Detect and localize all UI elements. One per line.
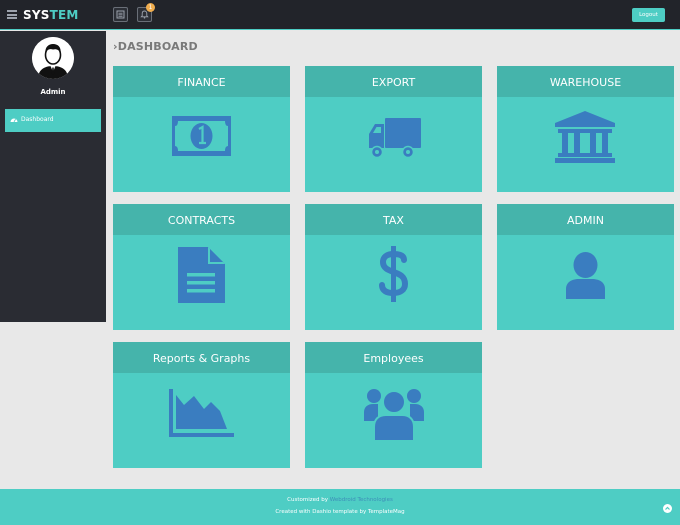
tile-label: ADMIN — [567, 214, 604, 227]
logout-button[interactable]: Logout — [632, 8, 665, 22]
tasks-button[interactable] — [113, 7, 128, 22]
tile-body — [113, 373, 290, 468]
tile-label: Employees — [363, 352, 424, 365]
tile-body — [113, 235, 290, 330]
scroll-top-button[interactable] — [663, 504, 672, 513]
truck-icon — [369, 118, 421, 159]
footer-template-credit: Created with Dashio template by Template… — [275, 509, 405, 515]
tile-export[interactable]: EXPORT — [305, 66, 482, 192]
tile-label: CONTRACTS — [167, 214, 236, 227]
notification-badge: 1 — [146, 3, 155, 12]
user-name: Admin — [40, 88, 66, 96]
tile-contracts[interactable]: CONTRACTS — [113, 204, 290, 330]
user-icon — [566, 252, 605, 299]
tile-admin[interactable]: ADMIN — [497, 204, 674, 330]
bank-building-icon — [555, 111, 615, 163]
area-chart-icon — [169, 389, 234, 437]
tile-body — [497, 97, 674, 192]
footer-credit-link[interactable]: Webdroid Technologies — [330, 497, 393, 503]
tile-body — [305, 97, 482, 192]
tasks-icon — [116, 10, 125, 19]
page-title-text: DASHBOARD — [117, 40, 198, 53]
footer: Customized by Webdroid Technologies Crea… — [0, 489, 680, 525]
sidebar-item-dashboard[interactable]: Dashboard — [5, 109, 101, 132]
chevron-up-icon — [665, 506, 670, 510]
user-avatar-icon — [32, 37, 74, 79]
tile-header: WAREHOUSE — [497, 66, 674, 97]
document-icon — [178, 247, 225, 303]
tile-label: WAREHOUSE — [549, 76, 622, 89]
tile-body — [113, 97, 290, 192]
tile-label: EXPORT — [371, 76, 416, 89]
tile-body — [305, 373, 482, 468]
users-icon — [364, 389, 424, 441]
menu-toggle-icon[interactable] — [7, 10, 17, 19]
tile-header: Reports & Graphs — [113, 342, 290, 373]
banknote-icon — [172, 116, 231, 156]
tile-header: CONTRACTS — [113, 204, 290, 235]
tile-label: TAX — [383, 214, 404, 227]
footer-credit: Customized by Webdroid Technologies — [0, 497, 680, 503]
tile-reports-graphs[interactable]: Reports & Graphs — [113, 342, 290, 468]
sidebar: Admin Dashboard — [0, 31, 106, 322]
tile-header: Employees — [305, 342, 482, 373]
tile-label: FINANCE — [177, 76, 226, 89]
tile-body — [497, 235, 674, 330]
tile-header: FINANCE — [113, 66, 290, 97]
app-logo[interactable]: SYSTEM — [23, 8, 79, 22]
tile-tax[interactable]: TAX — [305, 204, 482, 330]
top-bar: SYSTEM 1 Logout — [0, 0, 680, 30]
tile-body — [305, 235, 482, 330]
dashboard-icon — [10, 118, 18, 123]
tile-label: Reports & Graphs — [152, 352, 251, 365]
tile-warehouse[interactable]: WAREHOUSE — [497, 66, 674, 192]
logo-text-part1: SYS — [23, 8, 50, 22]
tile-header: TAX — [305, 204, 482, 235]
sidebar-item-label: Dashboard — [21, 116, 54, 123]
footer-credit-prefix: Customized by — [287, 497, 330, 503]
avatar[interactable] — [32, 37, 74, 79]
logo-text-part2: TEM — [49, 8, 79, 22]
tile-finance[interactable]: FINANCE — [113, 66, 290, 192]
tile-header: ADMIN — [497, 204, 674, 235]
tile-header: EXPORT — [305, 66, 482, 97]
dollar-icon — [379, 246, 409, 302]
page-title: ›DASHBOARD — [113, 40, 198, 53]
tile-employees[interactable]: Employees — [305, 342, 482, 468]
